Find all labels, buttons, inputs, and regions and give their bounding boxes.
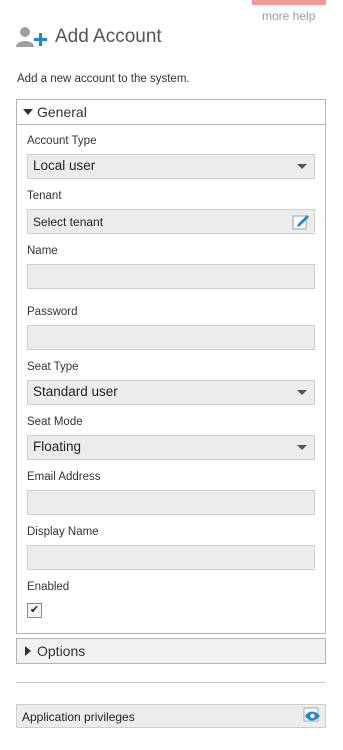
enabled-checkbox[interactable]: ✔ [27, 603, 42, 618]
application-privileges-label: Application privileges [22, 710, 135, 724]
page-description: Add a new account to the system. [17, 73, 190, 85]
display-name-label: Display Name [27, 526, 99, 538]
page-title: Add Account [55, 26, 162, 47]
add-user-icon [16, 27, 47, 47]
seat-type-select[interactable]: Standard user [27, 380, 315, 405]
seat-mode-select[interactable]: Floating [27, 435, 315, 460]
display-name-input[interactable] [27, 545, 315, 570]
tenant-field[interactable]: Select tenant [27, 209, 315, 234]
seat-type-value: Standard user [33, 384, 118, 399]
edit-icon[interactable] [292, 212, 310, 230]
name-label: Name [27, 245, 58, 257]
tenant-label: Tenant [27, 190, 62, 202]
seat-mode-label: Seat Mode [27, 416, 83, 428]
options-section-label: Options [37, 643, 86, 659]
chevron-down-icon [297, 445, 307, 450]
chevron-down-icon [297, 390, 307, 395]
collapse-triangle-icon [23, 109, 33, 115]
general-section-header[interactable]: General [16, 99, 326, 125]
account-type-label: Account Type [27, 135, 97, 147]
general-section-label: General [37, 104, 87, 120]
tenant-value: Select tenant [33, 215, 104, 229]
account-type-select[interactable]: Local user [27, 154, 315, 179]
seat-type-label: Seat Type [27, 361, 79, 373]
password-label: Password [27, 306, 78, 318]
name-input[interactable] [27, 264, 315, 289]
seat-mode-value: Floating [33, 439, 82, 454]
help-tab[interactable] [252, 0, 326, 5]
checkmark-icon: ✔ [29, 604, 40, 616]
expand-triangle-icon [25, 646, 31, 656]
divider [16, 682, 326, 683]
options-section-header[interactable]: Options [16, 638, 326, 664]
email-label: Email Address [27, 471, 101, 483]
email-input[interactable] [27, 490, 315, 515]
chevron-down-icon [297, 164, 307, 169]
eye-icon[interactable] [303, 707, 321, 723]
password-input[interactable] [27, 325, 315, 350]
application-privileges-field[interactable]: Application privileges [16, 704, 326, 728]
more-help-link[interactable]: more help [262, 9, 315, 23]
account-type-value: Local user [33, 158, 96, 173]
enabled-label: Enabled [27, 581, 70, 593]
